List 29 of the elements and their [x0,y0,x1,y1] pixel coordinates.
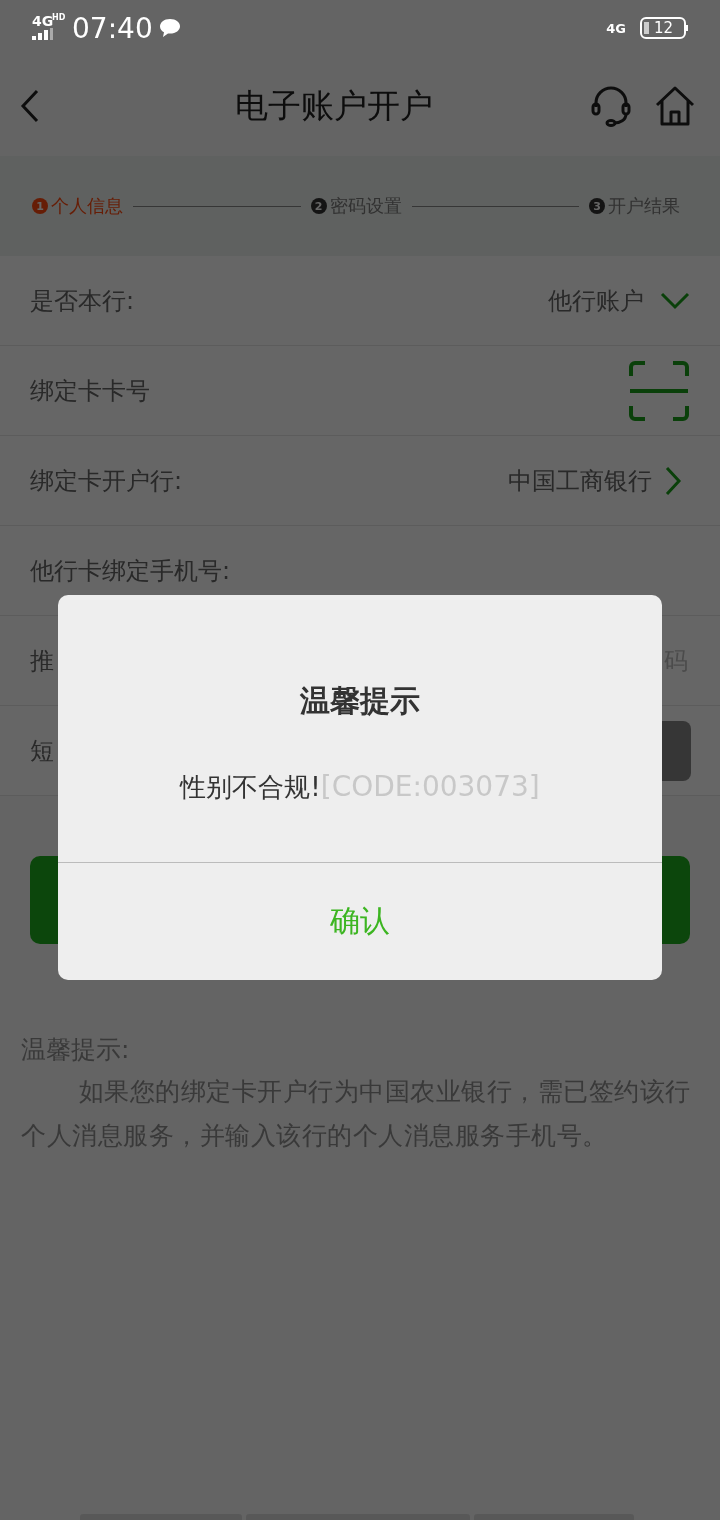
scan-icon[interactable] [628,359,690,422]
page-title: 电子账户开户 [234,84,434,127]
time: 07:40 [72,11,153,45]
field-label: 短 [30,735,54,767]
field-label: 他行卡绑定手机号: [30,555,231,587]
step-number: 1 [32,198,48,214]
bank-value[interactable]: 中国工商银行 [182,464,652,497]
step-number: 3 [589,198,605,214]
step-label: 个人信息 [51,194,123,218]
field-label: 绑定卡卡号 [30,375,150,407]
field-label: 推 [30,645,54,677]
select-value[interactable]: 他行账户 [134,284,644,317]
signal-icon [32,28,54,40]
dialog-title: 温馨提示 [300,682,420,720]
chevron-down-icon[interactable] [660,291,690,310]
chat-bubble-icon [158,18,181,38]
field-label: 是否本行: [30,285,135,317]
battery-level: 12 [654,20,674,36]
data-type-label: 4G [606,20,626,36]
headset-icon[interactable] [590,85,632,127]
step-number: 2 [310,198,327,214]
chevron-right-icon[interactable] [664,465,682,496]
battery-icon [640,17,688,39]
field-label: 绑定卡开户行: [30,465,183,497]
back-icon[interactable] [20,89,40,123]
home-icon[interactable] [654,85,696,127]
dialog-message: 性别不合规! [180,772,321,802]
confirm-button[interactable]: 确认 [58,862,662,980]
network-tag: HD [52,14,66,22]
